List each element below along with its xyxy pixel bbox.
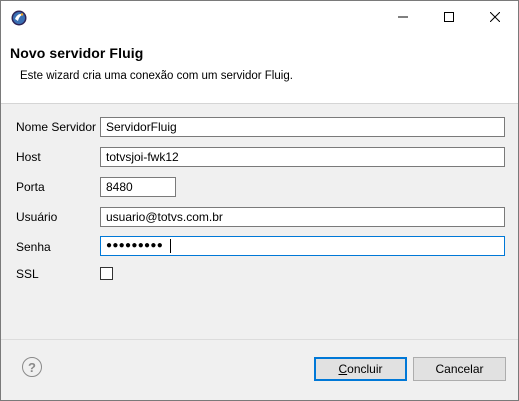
finish-mnemonic: C <box>338 362 348 376</box>
title-bar <box>1 1 518 33</box>
minimize-icon <box>398 16 408 18</box>
password-mask: ●●●●●●●●● <box>106 240 164 251</box>
server-name-field[interactable] <box>100 117 505 137</box>
close-button[interactable] <box>472 1 518 33</box>
finish-button[interactable]: Concluir <box>314 357 407 381</box>
minimize-button[interactable] <box>380 1 426 33</box>
host-field[interactable] <box>100 147 505 167</box>
wizard-description: Este wizard cria uma conexão com um serv… <box>20 70 293 82</box>
wizard-title: Novo servidor Fluig <box>10 45 144 61</box>
password-field[interactable]: ●●●●●●●●● <box>100 236 505 256</box>
ssl-label: SSL <box>16 267 39 281</box>
finish-label: oncluir <box>347 362 383 376</box>
text-caret <box>170 239 171 253</box>
cancel-button[interactable]: Cancelar <box>413 357 506 381</box>
help-button[interactable]: ? <box>22 357 42 377</box>
port-field[interactable] <box>100 177 176 197</box>
cancel-label: Cancelar <box>435 362 484 376</box>
ssl-checkbox[interactable] <box>100 267 113 280</box>
close-icon <box>490 12 500 22</box>
eclipse-icon <box>11 10 27 26</box>
maximize-button[interactable] <box>426 1 472 33</box>
server-name-label: Nome Servidor <box>16 120 97 134</box>
help-icon: ? <box>28 359 36 375</box>
dialog-window: Novo servidor Fluig Este wizard cria uma… <box>0 0 519 401</box>
maximize-icon <box>444 12 454 22</box>
password-label: Senha <box>16 240 51 254</box>
user-label: Usuário <box>16 210 58 224</box>
user-field[interactable] <box>100 207 505 227</box>
host-label: Host <box>16 150 41 164</box>
wizard-header: Novo servidor Fluig Este wizard cria uma… <box>1 33 518 103</box>
port-label: Porta <box>16 180 45 194</box>
dialog-footer: ? Concluir Cancelar <box>1 339 518 400</box>
